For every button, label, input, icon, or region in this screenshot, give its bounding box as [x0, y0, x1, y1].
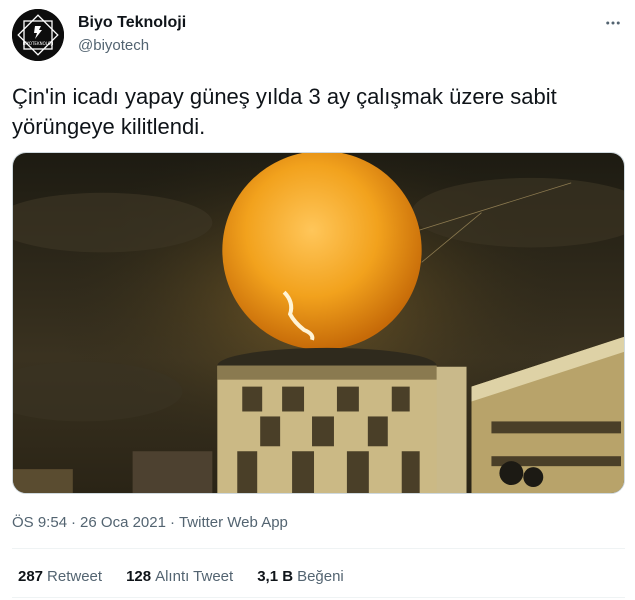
- likes-count: 3,1 B: [257, 568, 294, 585]
- quotes-count: 128: [126, 568, 152, 585]
- quotes-stat[interactable]: 128 Alıntı Tweet: [126, 568, 233, 585]
- tweet-source[interactable]: Twitter Web App: [179, 514, 288, 531]
- likes-stat[interactable]: 3,1 B Beğeni: [257, 568, 344, 585]
- tweet-date[interactable]: 26 Oca 2021: [80, 514, 166, 531]
- meta-separator-2: ·: [169, 514, 175, 531]
- tweet-stats: 287 Retweet 128 Alıntı Tweet 3,1 B Beğeni: [18, 568, 368, 585]
- biyo-logo-icon: BIYOTEKNOLOJI: [12, 9, 64, 61]
- avatar[interactable]: BIYOTEKNOLOJI: [12, 9, 64, 61]
- likes-label: Beğeni: [297, 568, 344, 585]
- tweet-photo[interactable]: [12, 152, 625, 494]
- retweets-count: 287: [18, 568, 44, 585]
- author-display-name[interactable]: Biyo Teknoloji: [78, 14, 186, 32]
- more-dots-icon: [606, 21, 620, 25]
- tweet-time[interactable]: ÖS 9:54: [12, 514, 67, 531]
- avatar-wordmark: BIYOTEKNOLOJI: [23, 41, 54, 46]
- tweet-meta: ÖS 9:54 · 26 Oca 2021 · Twitter Web App: [12, 514, 288, 531]
- more-options-button[interactable]: [600, 10, 626, 36]
- divider-bottom: [12, 597, 625, 598]
- meta-separator: ·: [71, 514, 77, 531]
- tweet-text: Çin'in icadı yapay güneş yılda 3 ay çalı…: [12, 84, 557, 139]
- author-handle[interactable]: @biyotech: [78, 37, 149, 54]
- tweet: BIYOTEKNOLOJI Biyo Teknoloji @biyotech Ç…: [0, 0, 635, 600]
- retweets-stat[interactable]: 287 Retweet: [18, 568, 102, 585]
- artificial-sun-photo: [13, 153, 624, 493]
- quotes-label: Alıntı Tweet: [155, 568, 234, 585]
- divider: [12, 548, 625, 549]
- retweets-label: Retweet: [47, 568, 103, 585]
